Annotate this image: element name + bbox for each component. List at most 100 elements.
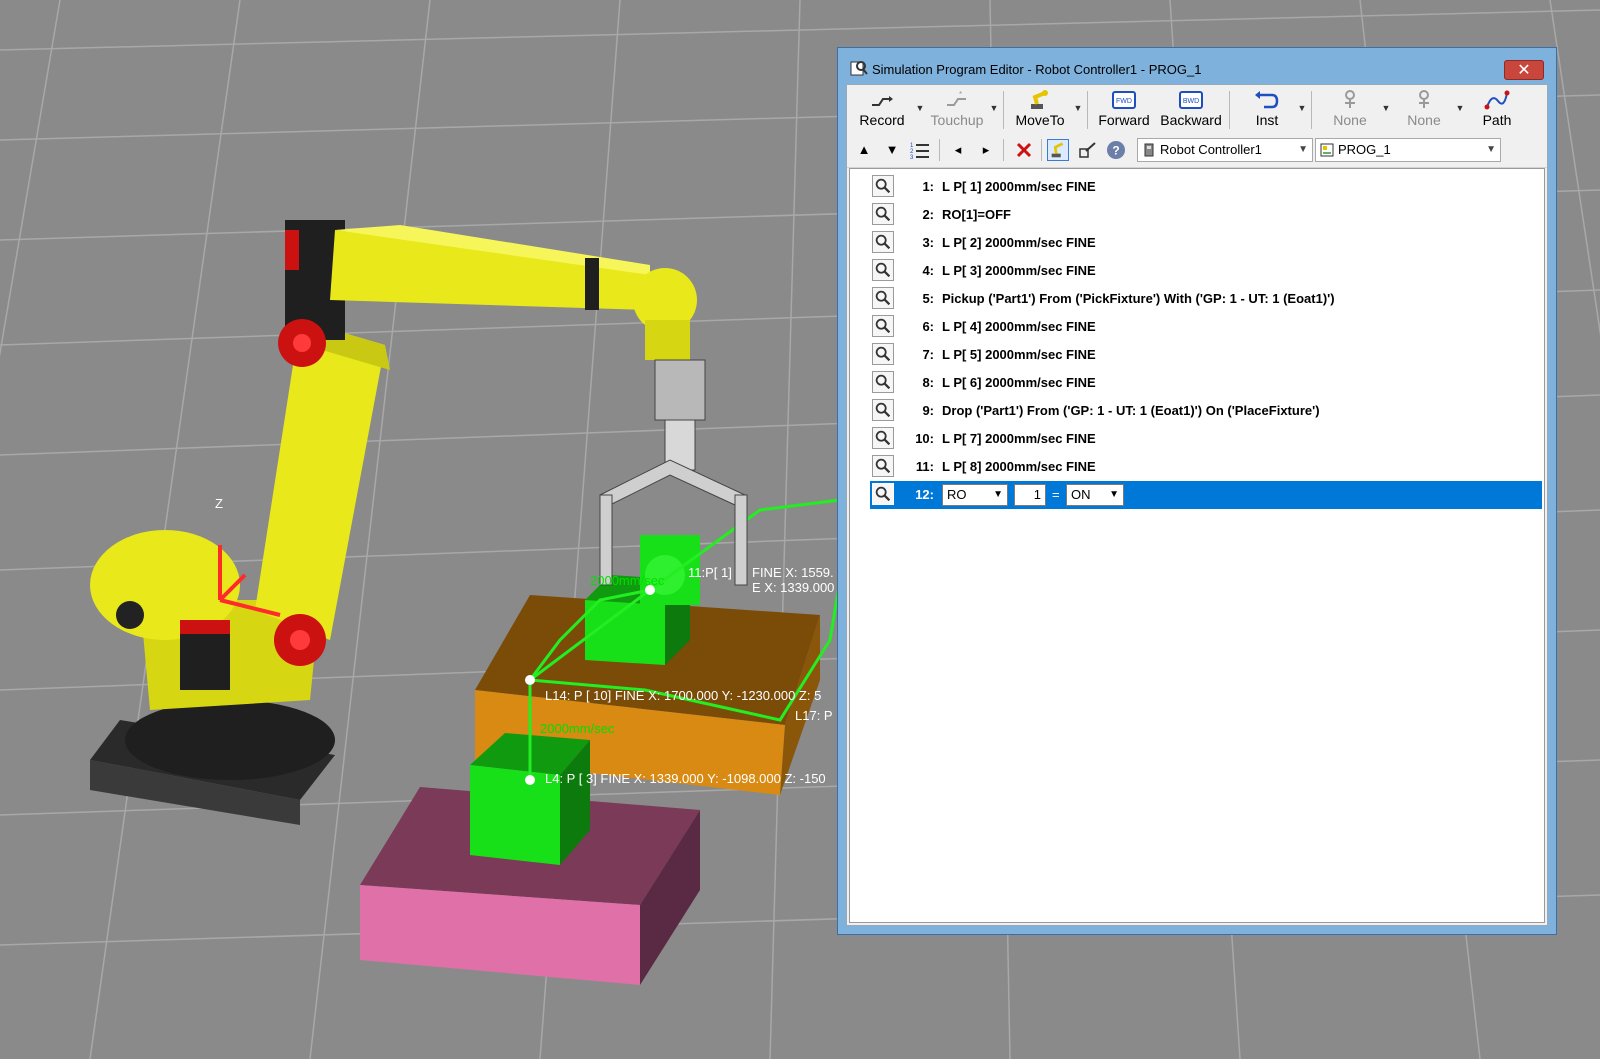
magnifier-icon[interactable] [872,371,894,393]
touchup-button[interactable]: * Touchup [925,87,989,131]
move-up-icon[interactable]: ▲ [853,139,875,161]
line-number: 1: [922,179,934,194]
program-line-selected[interactable]: 12: RO ▼ 1 = ON ▼ [870,481,1542,509]
backward-icon: BWD [1179,91,1203,109]
backward-icon-text: BWD [1183,98,1199,105]
path-button[interactable]: Path [1473,87,1521,131]
main-toolbar: Record ▼ * Touchup ▼ MoveTo ▼ FWD Forwar… [847,85,1547,133]
robot-controller-combo[interactable]: Robot Controller1 ▼ [1137,138,1313,162]
previous-icon[interactable]: ◂ [947,139,969,161]
instruction-icon [1255,91,1279,109]
line-instruction: L P[ 3] 2000mm/sec FINE [942,263,1096,278]
program-line[interactable]: 2: RO[1]=OFF [870,201,1542,229]
path-icon [1484,90,1510,110]
line-number: 6: [922,319,934,334]
line-instruction: L P[ 7] 2000mm/sec FINE [942,431,1096,446]
line-number: 12: [915,487,934,502]
moveto-dropdown-arrow[interactable]: ▼ [1073,103,1083,113]
backward-button[interactable]: BWD Backward [1157,87,1225,131]
none-icon [1345,90,1355,108]
program-line[interactable]: 6: L P[ 4] 2000mm/sec FINE [870,313,1542,341]
touchup-dropdown-arrow[interactable]: ▼ [989,103,999,113]
toolbar-separator [1311,91,1312,129]
point-label-fine: FINE X: 1559. [752,565,834,580]
program-line[interactable]: 8: L P[ 6] 2000mm/sec FINE [870,369,1542,397]
point-label-p17: L17: P [795,708,833,723]
magnifier-icon[interactable] [872,259,894,281]
none-button-2[interactable]: None [1393,87,1455,131]
svg-text:*: * [959,90,962,99]
magnifier-icon[interactable] [872,203,894,225]
move-down-icon[interactable]: ▼ [881,139,903,161]
magnifier-icon[interactable] [872,427,894,449]
touchup-label: Touchup [930,112,984,128]
program-icon [1320,143,1334,157]
record-dropdown-arrow[interactable]: ▼ [915,103,925,113]
register-type-select[interactable]: RO ▼ [942,484,1008,506]
editor-client-area: Record ▼ * Touchup ▼ MoveTo ▼ FWD Forwar… [846,84,1548,926]
program-line[interactable]: 9: Drop ('Part1') From ('GP: 1 - UT: 1 (E… [870,397,1542,425]
point-label-x-readout: E X: 1339.000 [752,580,834,595]
forward-button[interactable]: FWD Forward [1093,87,1155,131]
line-number: 9: [922,403,934,418]
touchup-icon: * [947,90,966,106]
magnifier-icon[interactable] [872,287,894,309]
line-number: 11: [915,459,934,474]
forward-icon: FWD [1112,91,1136,109]
toolbar-separator [1041,139,1042,161]
none-dropdown-arrow-1[interactable]: ▼ [1381,103,1391,113]
line-number: 3: [922,235,934,250]
close-button[interactable]: ✕ [1504,60,1544,80]
none-button-1[interactable]: None [1319,87,1381,131]
delete-icon[interactable] [1013,139,1035,161]
line-number: 2: [922,207,934,222]
program-listing[interactable]: 1: L P[ 1] 2000mm/sec FINE 2: RO[1]=OFF 3: L … [849,168,1545,923]
inst-dropdown-arrow[interactable]: ▼ [1297,103,1307,113]
title-bar[interactable]: Simulation Program Editor - Robot Contro… [838,48,1556,82]
program-line[interactable]: 3: L P[ 2] 2000mm/sec FINE [870,229,1542,257]
program-line[interactable]: 11: L P[ 8] 2000mm/sec FINE [870,453,1542,481]
program-line[interactable]: 1: L P[ 1] 2000mm/sec FINE [870,173,1542,201]
magnifier-icon[interactable] [872,343,894,365]
magnifier-icon[interactable] [872,231,894,253]
touchup-tool-icon[interactable] [1077,139,1099,161]
svg-text:3: 3 [910,155,914,161]
simulation-program-editor-window[interactable]: Simulation Program Editor - Robot Contro… [837,47,1557,935]
line-number: 5: [922,291,934,306]
magnifier-icon[interactable] [872,315,894,337]
record-button[interactable]: Record [851,87,913,131]
inst-button[interactable]: Inst [1237,87,1297,131]
point-label-p4: L4: P [ 3] FINE X: 1339.000 Y: -1098.000… [545,771,826,786]
program-line[interactable]: 5: Pickup ('Part1') From ('PickFixture') … [870,285,1542,313]
help-icon[interactable]: ? [1105,139,1127,161]
backward-label: Backward [1160,112,1222,128]
line-instruction: RO[1]=OFF [942,207,1011,222]
robot-view-toggle-icon[interactable] [1047,139,1069,161]
magnifier-icon[interactable] [872,399,894,421]
register-index-value: 1 [1033,487,1041,502]
moveto-label: MoveTo [1015,112,1065,128]
chevron-down-icon: ▼ [1109,489,1119,500]
magnifier-icon[interactable] [872,483,894,505]
none-label-2: None [1407,112,1441,128]
line-numbers-icon[interactable]: 1 2 3 [909,139,931,161]
magnifier-icon[interactable] [872,175,894,197]
program-combo[interactable]: PROG_1 ▼ [1315,138,1501,162]
program-line[interactable]: 7: L P[ 5] 2000mm/sec FINE [870,341,1542,369]
program-line[interactable]: 4: L P[ 3] 2000mm/sec FINE [870,257,1542,285]
moveto-button[interactable]: MoveTo [1009,87,1071,131]
toolbar-separator [1229,91,1230,129]
program-editor-icon [850,61,868,76]
path-label: Path [1482,112,1512,128]
register-index-input[interactable]: 1 [1014,484,1046,506]
next-icon[interactable]: ▸ [975,139,997,161]
speed-label-2: 2000mm/sec [590,573,665,588]
magnifier-icon[interactable] [872,455,894,477]
toolbar-separator [1003,91,1004,129]
point-label-p14: L14: P [ 10] FINE X: 1700.000 Y: -1230.0… [545,688,821,703]
robot-moveto-icon [1031,90,1048,109]
none-dropdown-arrow-2[interactable]: ▼ [1455,103,1465,113]
register-value-select[interactable]: ON ▼ [1066,484,1124,506]
register-type-value: RO [947,487,967,502]
program-line[interactable]: 10: L P[ 7] 2000mm/sec FINE [870,425,1542,453]
